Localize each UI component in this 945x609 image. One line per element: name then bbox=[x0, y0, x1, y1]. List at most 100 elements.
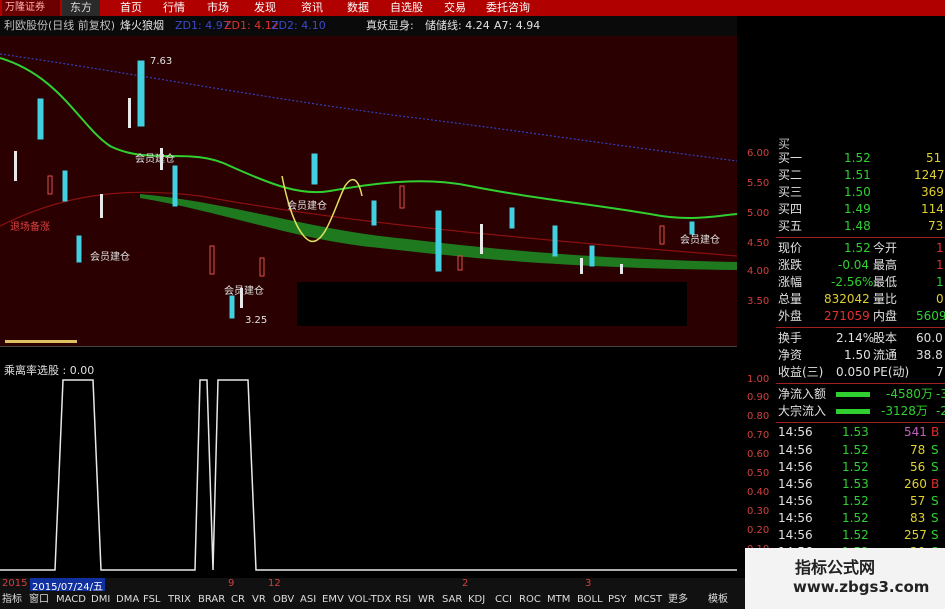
broker-logo: 万隆证券 bbox=[2, 0, 60, 16]
menu-trade[interactable]: 交易 bbox=[444, 0, 466, 16]
progress-strip bbox=[5, 340, 77, 343]
overlay-box bbox=[297, 282, 687, 326]
tab-psy[interactable]: PSY bbox=[608, 592, 627, 608]
stat-value: 2.14% bbox=[836, 331, 875, 345]
menu-consult[interactable]: 委托咨询 bbox=[486, 0, 530, 16]
tick-row: 14:56 1.52 78 S bbox=[776, 442, 945, 459]
date-cursor-box: 2015/07/24/五 bbox=[30, 578, 106, 593]
tick-row: 14:56 1.52 56 S bbox=[776, 459, 945, 476]
axis-tick: 9 bbox=[228, 578, 235, 589]
buy-row-5[interactable]: 买五 1.48 73 bbox=[776, 218, 945, 235]
tab-wr[interactable]: WR bbox=[418, 592, 435, 608]
site-watermark: 指标公式网 www.zbgs3.com bbox=[745, 548, 945, 609]
zd2-value: ZD2: 4.10 bbox=[271, 19, 326, 32]
main-y-axis: 6.00 5.50 5.00 4.50 4.00 3.50 bbox=[737, 136, 776, 346]
tab-boll[interactable]: BOLL bbox=[577, 592, 603, 608]
stat-label: 量比 bbox=[873, 292, 898, 306]
tick-vol: 83 bbox=[910, 511, 926, 525]
tab-sar[interactable]: SAR bbox=[442, 592, 462, 608]
tick-side: S bbox=[931, 511, 939, 525]
tick-row: 14:56 1.52 57 S bbox=[776, 493, 945, 510]
stat-label: 总量 bbox=[778, 292, 803, 306]
buy-row-3[interactable]: 买三 1.50 369 bbox=[776, 184, 945, 201]
tab-obv[interactable]: OBV bbox=[273, 592, 294, 608]
tick-time: 14:56 bbox=[778, 443, 813, 457]
menu-market[interactable]: 市场 bbox=[207, 0, 229, 16]
stat-value: -2.56% bbox=[831, 275, 874, 289]
tick-price: 1.52 bbox=[842, 511, 869, 525]
menu-news[interactable]: 资讯 bbox=[301, 0, 323, 16]
tab-indicator[interactable]: 指标 bbox=[2, 592, 22, 608]
menu-data[interactable]: 数据 bbox=[347, 0, 369, 16]
stat-value: 271059 bbox=[824, 309, 870, 323]
tab-brar[interactable]: BRAR bbox=[198, 592, 225, 608]
tab-window[interactable]: 窗口 bbox=[29, 592, 49, 608]
tab-vol-tdx[interactable]: VOL-TDX bbox=[348, 592, 391, 608]
menu-watchlist[interactable]: 自选股 bbox=[390, 0, 423, 16]
buy-row-1[interactable]: 买一 1.52 51 bbox=[776, 150, 945, 167]
flow-row-block: 大宗流入 -3128万 -2 bbox=[776, 403, 945, 420]
y-tick-4: 4.00 bbox=[747, 266, 770, 277]
tab-template[interactable]: 模板 bbox=[708, 592, 728, 608]
buy-row-4[interactable]: 买四 1.49 114 bbox=[776, 201, 945, 218]
tick-vol: 541 bbox=[904, 425, 927, 439]
tab-mcst[interactable]: MCST bbox=[634, 592, 662, 608]
indicator-chart[interactable] bbox=[0, 360, 737, 578]
ind-tick-0.4: 0.40 bbox=[747, 487, 770, 498]
stat-row-volume: 总量 832042 量比 0 bbox=[776, 291, 945, 308]
candlestick-chart[interactable]: 7.63 3.25 会员建仓 会员建仓 会员建仓 会员建仓 会员建仓 退场备涨 bbox=[0, 36, 737, 346]
stat-label: 净资 bbox=[778, 348, 803, 362]
tab-dma[interactable]: DMA bbox=[116, 592, 139, 608]
buy-label: 买五 bbox=[778, 219, 803, 233]
tab-dmi[interactable]: DMI bbox=[91, 592, 110, 608]
tab-mtm[interactable]: MTM bbox=[547, 592, 570, 608]
tab-cci[interactable]: CCI bbox=[495, 592, 512, 608]
stat-value: 832042 bbox=[824, 292, 870, 306]
buy-label: 买一 bbox=[778, 151, 803, 165]
tab-cr[interactable]: CR bbox=[231, 592, 245, 608]
flow-value: -4580万 bbox=[886, 387, 933, 401]
menu-home[interactable]: 首页 bbox=[120, 0, 142, 16]
tab-rsi[interactable]: RSI bbox=[395, 592, 411, 608]
tab-fsl[interactable]: FSL bbox=[143, 592, 161, 608]
stat-label: 现价 bbox=[778, 241, 803, 255]
flow-label: 大宗流入 bbox=[778, 404, 827, 418]
tick-vol: 56 bbox=[910, 460, 926, 474]
app-logo: 东方 bbox=[62, 0, 100, 16]
buy-price: 1.50 bbox=[844, 185, 871, 199]
stat-value: 1 bbox=[936, 258, 944, 272]
tick-side: B bbox=[931, 425, 940, 439]
flow-value: -3128万 bbox=[881, 404, 928, 418]
tab-vr[interactable]: VR bbox=[252, 592, 266, 608]
tick-side: S bbox=[931, 528, 939, 542]
tick-price: 1.52 bbox=[842, 460, 869, 474]
watermark-url: www.zbgs3.com bbox=[793, 578, 930, 596]
tab-emv[interactable]: EMV bbox=[322, 592, 344, 608]
tick-time: 14:56 bbox=[778, 477, 813, 491]
menu-quotes[interactable]: 行情 bbox=[163, 0, 185, 16]
stat2-row-eps: 收益(三) 0.050 PE(动) 7 bbox=[776, 364, 945, 381]
tick-price: 1.52 bbox=[842, 443, 869, 457]
buy-vol: 51 bbox=[926, 151, 942, 165]
ind-tick-1: 1.00 bbox=[747, 374, 770, 385]
tab-more[interactable]: 更多 bbox=[668, 592, 688, 608]
tab-macd[interactable]: MACD bbox=[56, 592, 86, 608]
buy-vol: 73 bbox=[928, 219, 944, 233]
tab-kdj[interactable]: KDJ bbox=[468, 592, 485, 608]
menu-discover[interactable]: 发现 bbox=[254, 0, 276, 16]
indicator-name: 烽火狼烟 bbox=[120, 19, 164, 32]
divider bbox=[776, 422, 945, 423]
tab-trix[interactable]: TRIX bbox=[168, 592, 191, 608]
quote-panel: 买 买一 1.52 51 买二 1.51 1247 买三 1.50 369 买四 1.49 11… bbox=[776, 136, 945, 578]
ind-tick-0.5: 0.50 bbox=[747, 468, 770, 479]
buy-row-2[interactable]: 买二 1.51 1247 bbox=[776, 167, 945, 184]
tab-roc[interactable]: ROC bbox=[519, 592, 541, 608]
stat-row-change: 涨跌 -0.04 最高 1 bbox=[776, 257, 945, 274]
stat-value: 5609 bbox=[916, 309, 945, 323]
ind-tick-0.8: 0.80 bbox=[747, 411, 770, 422]
tab-asi[interactable]: ASI bbox=[300, 592, 316, 608]
buy-price: 1.49 bbox=[844, 202, 871, 216]
annotation-1: 会员建仓 bbox=[135, 152, 175, 165]
axis-tick: 12 bbox=[268, 578, 281, 589]
flow-extra: -3 bbox=[936, 387, 945, 401]
